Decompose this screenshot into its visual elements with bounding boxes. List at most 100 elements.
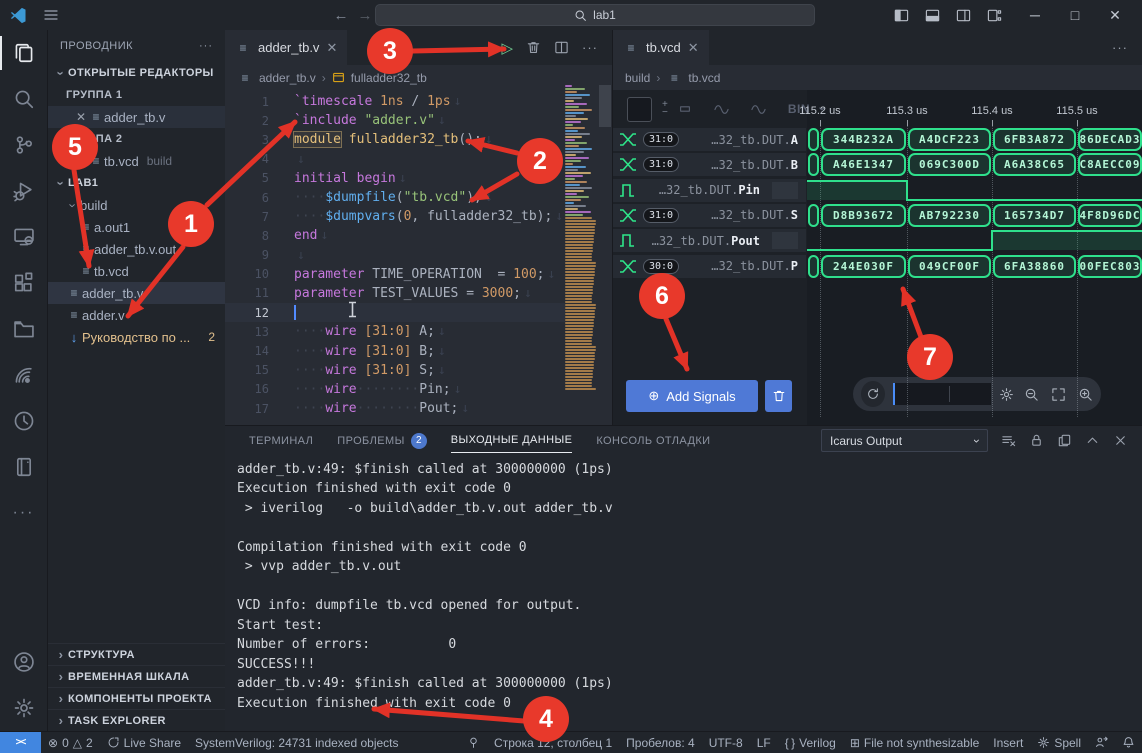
activity-explorer[interactable] <box>0 30 48 76</box>
activity-remote-explorer[interactable] <box>0 214 48 260</box>
code-line-6[interactable]: 6····$dumpfile("tb.vcd");↓ <box>225 188 565 207</box>
bus-format-icon[interactable] <box>678 102 692 116</box>
signal-row-B[interactable]: 31:0…32_tb.DUT.BA46E1347069C300DA6A38C65… <box>613 153 1142 176</box>
status-port[interactable] <box>460 732 487 753</box>
code-editor[interactable]: 1`timescale 1ns / 1ps↓2`include "adder.v… <box>225 92 565 425</box>
activity-settings[interactable] <box>0 685 48 731</box>
status-cursor-position[interactable]: Строка 12, столбец 1 <box>487 732 619 753</box>
signal-label-B[interactable]: 31:0…32_tb.DUT.B <box>613 153 806 176</box>
status-insert-mode[interactable]: Insert <box>986 732 1030 753</box>
panel-tab-терминал[interactable]: ТЕРМИНАЛ <box>249 426 313 453</box>
tree-item-tb.vcd[interactable]: ≡tb.vcd <box>48 260 225 282</box>
code-line-9[interactable]: 9↓ <box>225 246 565 265</box>
status-problems[interactable]: ⊗0 △2 <box>41 732 100 753</box>
close-editor-icon[interactable]: ✕ <box>74 110 88 124</box>
add-signals-button[interactable]: ⊕ Add Signals <box>626 380 758 412</box>
remove-signals-button[interactable] <box>765 380 792 412</box>
breadcrumb-file[interactable]: adder_tb.v <box>259 71 316 85</box>
code-line-7[interactable]: 7····$dumpvars(0, fulladder32_tb);↓ <box>225 207 565 226</box>
activity-more[interactable]: ··· <box>0 490 48 536</box>
activity-accounts[interactable] <box>0 639 48 685</box>
activity-extensions[interactable] <box>0 260 48 306</box>
code-line-11[interactable]: 11parameter TEST_VALUES = 3000;↓ <box>225 284 565 303</box>
code-line-16[interactable]: 16····wire········Pin;↓ <box>225 380 565 399</box>
activity-project-folder[interactable] <box>0 306 48 352</box>
panel-tab-консоль-отладки[interactable]: КОНСОЛЬ ОТЛАДКИ <box>596 426 710 453</box>
status-encoding[interactable]: UTF-8 <box>702 732 750 753</box>
split-editor-icon[interactable] <box>554 40 569 55</box>
trash-icon[interactable] <box>526 40 541 55</box>
status-feedback[interactable] <box>1088 732 1115 753</box>
activity-platformio[interactable] <box>0 352 48 398</box>
panel-tab-проблемы[interactable]: ПРОБЛЕМЫ2 <box>337 426 426 453</box>
editor-more-icon[interactable]: ··· <box>582 40 598 55</box>
tree-item-a.out1[interactable]: ≡a.out1 <box>48 216 225 238</box>
toggle-sidebar-icon[interactable] <box>894 8 909 23</box>
section-временная-шкала[interactable]: ›ВРЕМЕННАЯ ШКАЛА <box>48 665 225 687</box>
sidebar-more-icon[interactable]: ··· <box>199 40 213 52</box>
close-panel-icon[interactable] <box>1113 433 1128 448</box>
breadcrumb-symbol[interactable]: fulladder32_tb <box>351 71 427 85</box>
nav-back-icon[interactable]: ← <box>329 7 353 24</box>
toggle-panel-icon[interactable] <box>925 8 940 23</box>
status-language[interactable]: { }Verilog <box>778 732 843 753</box>
activity-source-control[interactable] <box>0 122 48 168</box>
tree-item--...[interactable]: ↓Руководство по ...2 <box>48 326 225 348</box>
lock-icon[interactable] <box>1029 433 1044 448</box>
breadcrumb-folder[interactable]: build <box>625 71 650 85</box>
status-eol[interactable]: LF <box>750 732 778 753</box>
menu-icon[interactable] <box>43 7 59 23</box>
zoom-out-icon[interactable] <box>1024 387 1039 402</box>
editor-scrollbar[interactable] <box>599 85 611 127</box>
maximize-button[interactable]: □ <box>1068 7 1082 23</box>
command-center-search[interactable]: lab1 <box>375 4 815 26</box>
section-структура[interactable]: ›СТРУКТУРА <box>48 643 225 665</box>
code-line-3[interactable]: 3module fulladder32_tb();↓ <box>225 130 565 149</box>
workspace-root[interactable]: ›LAB1 <box>48 172 225 194</box>
open-editors-header[interactable]: ›ОТКРЫТЫЕ РЕДАКТОРЫ <box>48 62 225 84</box>
waveform-breadcrumb[interactable]: build › ≡ tb.vcd <box>613 65 1142 90</box>
tree-item-adder_tb.v.out[interactable]: ≡adder_tb.v.out <box>48 238 225 260</box>
breadcrumb-file[interactable]: tb.vcd <box>688 71 720 85</box>
nav-forward-icon[interactable]: → <box>353 7 377 24</box>
code-line-4[interactable]: 4↓ <box>225 150 565 169</box>
signal-row-S[interactable]: 31:0…32_tb.DUT.SD8B93672AB792230165734D7… <box>613 204 1142 227</box>
tab-close-icon[interactable]: ✕ <box>688 40 699 56</box>
output-channel-select[interactable]: Icarus Output › <box>821 429 988 452</box>
section-компоненты-проекта[interactable]: ›КОМПОНЕНТЫ ПРОЕКТА <box>48 687 225 709</box>
tree-item-adder.v[interactable]: ≡adder.v <box>48 304 225 326</box>
code-line-1[interactable]: 1`timescale 1ns / 1ps↓ <box>225 92 565 111</box>
code-line-13[interactable]: 13····wire [31:0] A;↓ <box>225 322 565 341</box>
status-indexing[interactable]: SystemVerilog: 24731 indexed objects <box>188 732 405 753</box>
remote-indicator[interactable]: >< <box>0 732 41 753</box>
toggle-secondary-sidebar-icon[interactable] <box>956 8 971 23</box>
minimize-button[interactable]: ─ <box>1028 7 1042 23</box>
panel-tab-выходные-данные[interactable]: ВЫХОДНЫЕ ДАННЫЕ <box>451 426 573 453</box>
settings-gear-icon[interactable] <box>999 387 1014 402</box>
waveform-more-icon[interactable]: ··· <box>1112 40 1128 55</box>
color-swatch[interactable] <box>627 97 652 122</box>
maximize-panel-icon[interactable] <box>1085 433 1100 448</box>
zoom-fit-icon[interactable] <box>1051 387 1066 402</box>
analog-wave-icon[interactable] <box>714 102 729 117</box>
code-line-12[interactable]: 12 <box>225 303 565 322</box>
close-button[interactable]: ✕ <box>1108 7 1122 24</box>
status-indentation[interactable]: Пробелов: 4 <box>619 732 702 753</box>
refresh-button[interactable] <box>861 381 885 407</box>
signal-label-Pin[interactable]: …32_tb.DUT.Pin <box>613 179 806 202</box>
tab-adder-tb[interactable]: ≡ adder_tb.v ✕ <box>225 30 347 65</box>
status-spell[interactable]: Spell <box>1030 732 1088 753</box>
activity-search[interactable] <box>0 76 48 122</box>
open-in-editor-icon[interactable] <box>1057 433 1072 448</box>
tab-tb-vcd[interactable]: ≡ tb.vcd ✕ <box>613 30 709 65</box>
zoom-in-icon[interactable] <box>1078 387 1093 402</box>
tree-item-adder_tb.v[interactable]: ≡adder_tb.v <box>48 282 225 304</box>
breadcrumb[interactable]: ≡ adder_tb.v › fulladder32_tb <box>225 65 612 90</box>
activity-run-debug[interactable] <box>0 168 48 214</box>
activity-notebook[interactable] <box>0 444 48 490</box>
code-line-15[interactable]: 15····wire [31:0] S;↓ <box>225 361 565 380</box>
clear-output-icon[interactable] <box>1001 433 1016 448</box>
code-line-14[interactable]: 14····wire [31:0] B;↓ <box>225 341 565 360</box>
signal-row-Pout[interactable]: …32_tb.DUT.Pout <box>613 229 1142 252</box>
analog-wave2-icon[interactable] <box>751 102 766 117</box>
